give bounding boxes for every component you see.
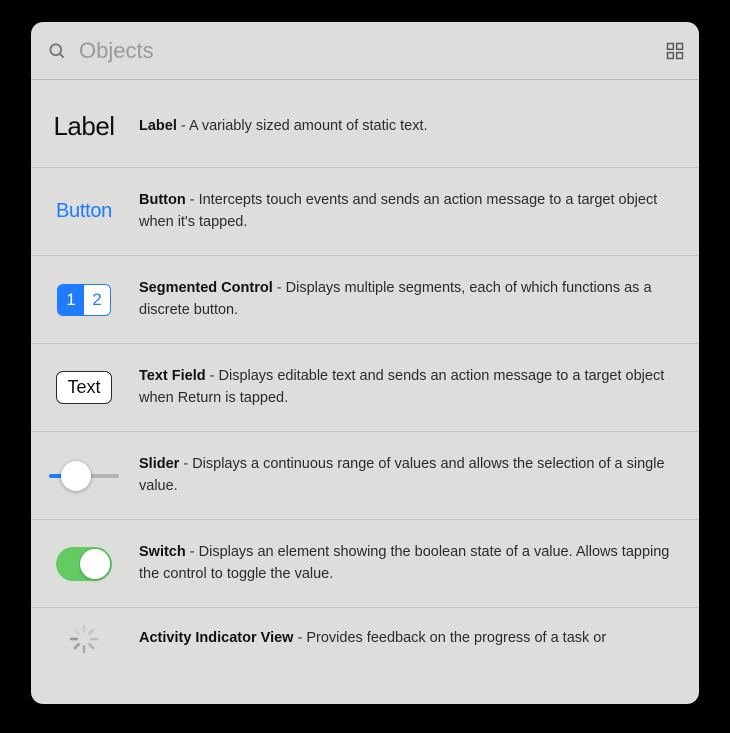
list-item[interactable]: Button Button - Intercepts touch events … [31,168,699,256]
button-thumbnail: Button [43,200,125,223]
item-description: Segmented Control - Displays multiple se… [139,278,683,320]
item-description: Label - A variably sized amount of stati… [139,116,428,137]
list-item[interactable]: 1 2 Segmented Control - Displays multipl… [31,256,699,344]
label-thumbnail: Label [43,111,125,142]
item-description: Switch - Displays an element showing the… [139,542,683,584]
spinner-thumbnail [43,622,125,656]
list-item[interactable]: Switch - Displays an element showing the… [31,520,699,608]
list-item[interactable]: Label Label - A variably sized amount of… [31,80,699,168]
search-icon [47,41,67,61]
spinner-icon [67,622,101,656]
search-bar [31,22,699,80]
item-description: Text Field - Displays editable text and … [139,366,683,408]
object-list[interactable]: Label Label - A variably sized amount of… [31,80,699,704]
list-item[interactable]: Activity Indicator View - Provides feedb… [31,608,699,656]
switch-thumbnail [43,547,125,581]
text-field-thumbnail: Text [43,371,125,404]
grid-view-icon[interactable] [665,41,685,61]
list-item[interactable]: Slider - Displays a continuous range of … [31,432,699,520]
item-description: Button - Intercepts touch events and sen… [139,190,683,232]
slider-thumbnail [43,461,125,491]
object-library-panel: Label Label - A variably sized amount of… [31,22,699,704]
list-item[interactable]: Text Text Field - Displays editable text… [31,344,699,432]
segmented-control-thumbnail: 1 2 [43,284,125,316]
item-description: Activity Indicator View - Provides feedb… [139,628,606,649]
search-input[interactable] [77,37,665,65]
item-description: Slider - Displays a continuous range of … [139,454,683,496]
